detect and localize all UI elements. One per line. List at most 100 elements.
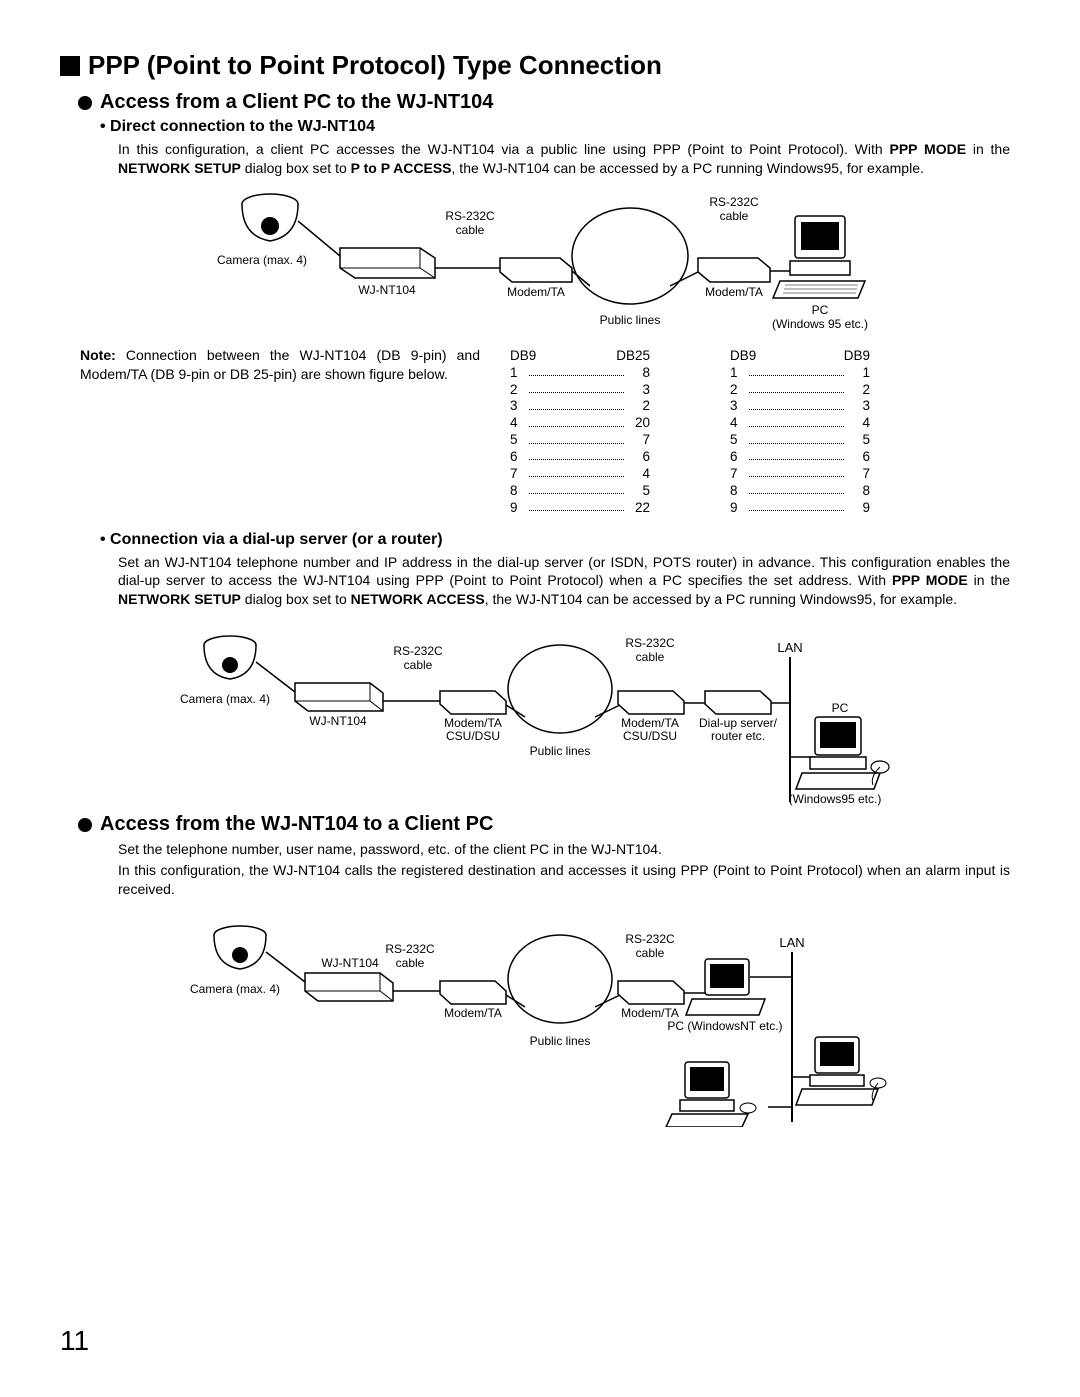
modem1-icon	[440, 691, 506, 714]
pin-row: 55	[730, 432, 870, 449]
diagram-wj-to-client: Camera (max. 4) WJ-NT104 RS-232C cable M…	[180, 907, 900, 1127]
sub2-post: , the WJ-NT104 can be accessed by a PC r…	[485, 591, 957, 607]
modem2-icon	[698, 258, 770, 282]
dialup-server-icon	[705, 691, 771, 714]
d2-c1: cable	[404, 658, 433, 672]
d2-pub: Public lines	[530, 744, 591, 758]
pin-row: 66	[510, 449, 650, 466]
modem1-icon	[500, 258, 572, 282]
d1-camera-label: Camera (max. 4)	[217, 253, 307, 267]
d1-pcsub: (Windows 95 etc.)	[772, 317, 868, 331]
sub1-b2: NETWORK SETUP	[118, 160, 241, 176]
page-heading: PPP (Point to Point Protocol) Type Conne…	[60, 50, 1020, 81]
pin-row: 77	[730, 466, 870, 483]
page-number: 11	[60, 1325, 89, 1357]
pin-row: 18	[510, 365, 650, 382]
d3-pcnt: PC (WindowsNT etc.)	[667, 1019, 782, 1033]
d2-m1: Modem/TA	[444, 716, 502, 730]
diagram-dialup-server: Camera (max. 4) WJ-NT104 RS-232C cable M…	[180, 617, 900, 807]
pin-row: 44	[730, 415, 870, 432]
sectionb-para1: Set the telephone number, user name, pas…	[118, 840, 1010, 859]
d3-rs2: RS-232C	[625, 932, 675, 946]
camera-icon	[242, 194, 298, 241]
d3-c1: cable	[396, 956, 425, 970]
pin-row: 22	[730, 382, 870, 399]
sub2-m1: in the	[968, 572, 1010, 588]
sub2-heading: • Connection via a dial-up server (or a …	[100, 531, 1020, 549]
d2-rs2: RS-232C	[625, 636, 675, 650]
sub1-m1: in the	[966, 141, 1010, 157]
d1-cable1: cable	[456, 223, 485, 237]
pin-table-db9-db9: DB9 DB9 112233445566778899	[730, 348, 870, 517]
d3-rs1: RS-232C	[385, 942, 435, 956]
public-lines-icon	[508, 935, 612, 1023]
pin-row: 66	[730, 449, 870, 466]
section-a-heading: Access from a Client PC to the WJ-NT104	[78, 91, 1020, 114]
modem1-icon	[440, 981, 506, 1004]
d3-cam: Camera (max. 4)	[190, 982, 280, 996]
sectionb-para2: In this configuration, the WJ-NT104 call…	[118, 861, 1010, 899]
sub2-pre: Set an WJ-NT104 telephone number and IP …	[118, 554, 1010, 589]
note-body: Connection between the WJ-NT104 (DB 9-pi…	[80, 347, 480, 382]
diagram-direct-connection: Camera (max. 4) WJ-NT104 RS-232C cable M…	[210, 186, 870, 336]
d1-modem1: Modem/TA	[507, 285, 565, 299]
d2-wj: WJ-NT104	[309, 714, 367, 728]
d3-m2: Modem/TA	[621, 1006, 679, 1020]
d1-rs1: RS-232C	[445, 209, 495, 223]
pc-icon	[773, 216, 865, 298]
note-label: Note:	[80, 347, 116, 363]
public-lines-icon	[508, 645, 612, 733]
d2-router: router etc.	[711, 729, 765, 743]
d2-pcsub: (Windows95 etc.)	[789, 792, 882, 806]
sub1-b3: P to P ACCESS	[351, 160, 452, 176]
d3-wj: WJ-NT104	[321, 956, 379, 970]
sub2-m2: dialog box set to	[241, 591, 351, 607]
section-b-heading: Access from the WJ-NT104 to a Client PC	[78, 813, 1020, 836]
d1-wj-label: WJ-NT104	[358, 283, 416, 297]
pin-row: 74	[510, 466, 650, 483]
camera-icon	[204, 636, 256, 679]
d1-public: Public lines	[600, 313, 661, 327]
d2-dial: Dial-up server/	[699, 716, 778, 730]
pin-row: 23	[510, 382, 650, 399]
wj-box-icon	[295, 683, 383, 711]
d1-modem2: Modem/TA	[705, 285, 763, 299]
sub1-post: , the WJ-NT104 can be accessed by a PC r…	[452, 160, 924, 176]
d2-lan: LAN	[777, 640, 802, 655]
pins1-hr: DB25	[616, 348, 650, 365]
section-b-title: Access from the WJ-NT104 to a Client PC	[100, 813, 493, 836]
d1-rs2: RS-232C	[709, 195, 759, 209]
pc-icon	[796, 717, 889, 789]
pin-row: 32	[510, 398, 650, 415]
pin-row: 420	[510, 415, 650, 432]
pins2-hl: DB9	[730, 348, 756, 365]
sub2-b1: PPP MODE	[892, 572, 968, 588]
note-row: Note: Connection between the WJ-NT104 (D…	[80, 346, 1020, 517]
pin-row: 57	[510, 432, 650, 449]
bullet-circle-icon	[78, 818, 92, 832]
pc3-icon	[666, 1062, 756, 1127]
sub2-b3: NETWORK ACCESS	[351, 591, 485, 607]
square-bullet-icon	[60, 56, 80, 76]
pins1-hl: DB9	[510, 348, 536, 365]
d2-rs1: RS-232C	[393, 644, 443, 658]
d2-pc: PC	[832, 701, 849, 715]
d3-m1: Modem/TA	[444, 1006, 502, 1020]
d2-cam: Camera (max. 4)	[180, 692, 270, 706]
public-lines-icon	[572, 208, 688, 304]
d1-cable2: cable	[720, 209, 749, 223]
pin-row: 11	[730, 365, 870, 382]
pin-row: 922	[510, 500, 650, 517]
pins2-hr: DB9	[844, 348, 870, 365]
wj-box-icon	[305, 973, 393, 1001]
pin-row: 33	[730, 398, 870, 415]
note-text: Note: Connection between the WJ-NT104 (D…	[80, 346, 480, 517]
sub1-text-pre: In this configuration, a client PC acces…	[118, 141, 889, 157]
pin-row: 99	[730, 500, 870, 517]
camera-icon	[214, 926, 266, 969]
wj-box-icon	[340, 248, 435, 278]
sub1-heading: • Direct connection to the WJ-NT104	[100, 118, 1020, 136]
d1-pc: PC	[812, 303, 829, 317]
pin-row: 88	[730, 483, 870, 500]
pin-tables: DB9 DB25 18233242057667485922 DB9 DB9 11…	[510, 346, 870, 517]
